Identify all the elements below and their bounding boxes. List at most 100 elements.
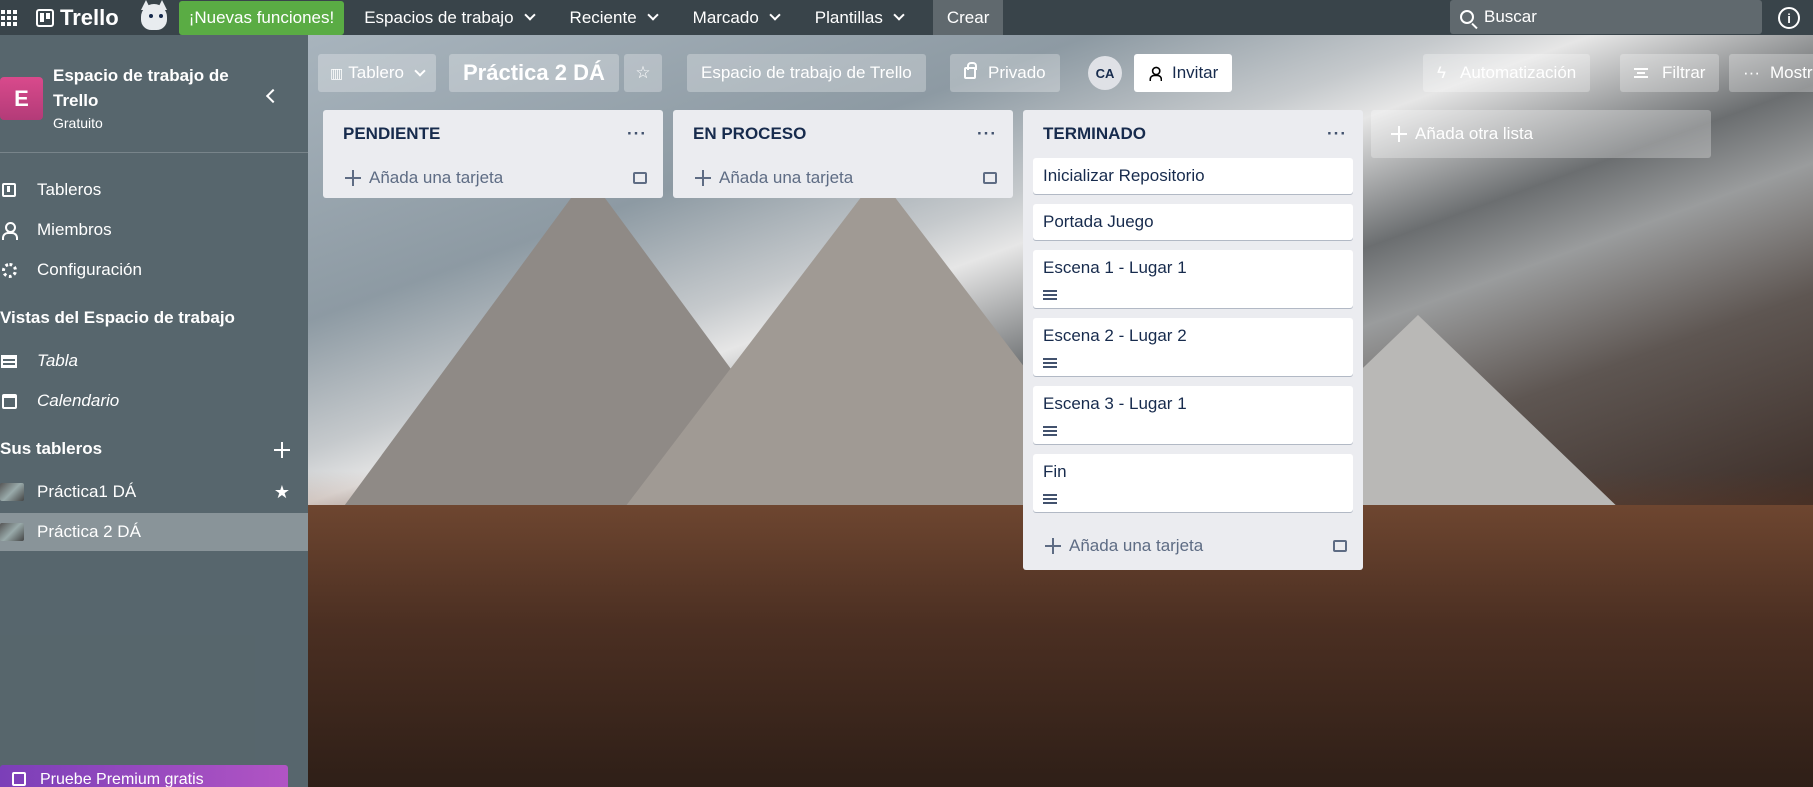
star-outline-icon: ☆ xyxy=(635,63,651,82)
list-menu-icon[interactable]: ··· xyxy=(977,124,997,144)
nav-starred-menu[interactable]: Marcado xyxy=(692,7,781,28)
taco-mascot-icon xyxy=(133,0,177,35)
list-title[interactable]: TERMINADO xyxy=(1043,124,1146,144)
sidebar-item-table-view[interactable]: Tabla xyxy=(0,342,308,380)
list-title[interactable]: EN PROCESO xyxy=(693,124,806,144)
nav-workspaces-label: Espacios de trabajo xyxy=(364,7,514,27)
card-title: Escena 1 - Lugar 1 xyxy=(1043,258,1187,277)
card[interactable]: Inicializar Repositorio xyxy=(1033,158,1353,194)
add-card-label: Añada una tarjeta xyxy=(1069,536,1204,555)
automation-button[interactable]: ϟ Automatización xyxy=(1423,54,1591,92)
add-board-icon[interactable] xyxy=(274,442,290,458)
premium-label: Pruebe Premium gratis xyxy=(40,771,204,787)
plus-icon xyxy=(695,170,711,186)
sidebar: E Espacio de trabajo de Trello Gratuito … xyxy=(0,35,308,787)
sidebar-board-label: Práctica1 DÁ xyxy=(37,482,137,501)
sidebar-board-practica2[interactable]: Práctica 2 DÁ xyxy=(0,513,308,551)
list-header[interactable]: PENDIENTE ··· xyxy=(323,110,663,158)
card[interactable]: Escena 1 - Lugar 1 xyxy=(1033,250,1353,308)
workspace-header: E Espacio de trabajo de Trello Gratuito xyxy=(0,35,308,153)
apps-grid-icon[interactable] xyxy=(0,9,18,27)
add-card-button[interactable]: Añada una tarjeta xyxy=(1023,522,1363,570)
description-icon xyxy=(1043,494,1057,504)
list-menu-icon[interactable]: ··· xyxy=(1327,124,1347,144)
add-list-label: Añada otra lista xyxy=(1415,124,1534,143)
star-board-button[interactable]: ☆ xyxy=(624,54,662,92)
automation-label: Automatización xyxy=(1460,63,1577,82)
add-person-icon xyxy=(1149,66,1163,82)
info-icon[interactable]: i xyxy=(1778,7,1800,29)
workspace-plan: Gratuito xyxy=(53,115,103,131)
nav-recent-menu[interactable]: Reciente xyxy=(570,8,659,28)
sidebar-item-label: Miembros xyxy=(37,220,112,239)
sidebar-item-label: Calendario xyxy=(37,391,120,410)
add-list-button[interactable]: Añada otra lista xyxy=(1371,110,1711,158)
sidebar-item-label: Configuración xyxy=(37,260,142,279)
filter-label: Filtrar xyxy=(1662,63,1706,82)
plus-icon xyxy=(1045,538,1061,554)
top-navigation: Trello ¡Nuevas funciones! Espacios de tr… xyxy=(0,0,1813,35)
invite-label: Invitar xyxy=(1172,63,1219,82)
sidebar-item-calendar-view[interactable]: Calendario xyxy=(0,382,308,420)
search-icon xyxy=(1460,10,1474,24)
nav-templates-label: Plantillas xyxy=(814,7,883,27)
board-icon xyxy=(2,183,16,197)
star-icon[interactable]: ★ xyxy=(274,482,290,503)
sidebar-board-label: Práctica 2 DÁ xyxy=(37,522,141,541)
sidebar-item-boards[interactable]: Tableros xyxy=(0,171,308,209)
card-template-icon[interactable] xyxy=(1333,540,1347,552)
sidebar-item-label: Tableros xyxy=(37,180,102,199)
logo-text: Trello xyxy=(60,4,119,30)
person-icon xyxy=(2,222,18,240)
card[interactable]: Escena 3 - Lugar 1 xyxy=(1033,386,1353,444)
card[interactable]: Escena 2 - Lugar 2 xyxy=(1033,318,1353,376)
show-menu-button[interactable]: ··· Mostr xyxy=(1729,54,1813,92)
filter-button[interactable]: Filtrar xyxy=(1620,54,1720,92)
calendar-icon xyxy=(1,393,17,409)
chevron-down-icon xyxy=(646,9,659,21)
workspace-name[interactable]: Espacio de trabajo de Trello xyxy=(53,63,243,113)
list-header[interactable]: TERMINADO ··· xyxy=(1023,110,1363,158)
collapse-sidebar-icon[interactable] xyxy=(265,88,281,104)
search-input[interactable]: Buscar xyxy=(1450,0,1762,34)
new-features-button[interactable]: ¡Nuevas funciones! xyxy=(178,0,345,35)
board-title[interactable]: Práctica 2 DÁ xyxy=(449,54,619,92)
board-view-switcher[interactable]: ▥ Tablero xyxy=(318,54,436,92)
card[interactable]: Fin xyxy=(1033,454,1353,512)
add-card-button[interactable]: Añada una tarjeta xyxy=(673,158,1013,198)
nav-templates-menu[interactable]: Plantillas xyxy=(814,7,905,28)
sidebar-item-label: Tabla xyxy=(37,351,78,370)
lightning-icon: ϟ xyxy=(1437,63,1446,82)
trello-logo[interactable]: Trello xyxy=(36,5,119,31)
create-button[interactable]: Crear xyxy=(932,0,1004,35)
member-avatar[interactable]: CA xyxy=(1088,56,1122,90)
trello-logo-icon xyxy=(36,8,54,27)
sidebar-item-settings[interactable]: Configuración xyxy=(0,251,308,289)
add-card-button[interactable]: Añada una tarjeta xyxy=(323,158,663,198)
chevron-down-icon xyxy=(769,9,781,21)
list-menu-icon[interactable]: ··· xyxy=(627,124,647,144)
list-title[interactable]: PENDIENTE xyxy=(343,124,440,144)
try-premium-button[interactable]: Pruebe Premium gratis xyxy=(0,765,288,787)
workspace-avatar[interactable]: E xyxy=(0,77,43,120)
more-dots-icon: ··· xyxy=(1743,63,1760,82)
card[interactable]: Portada Juego xyxy=(1033,204,1353,240)
table-icon xyxy=(1,354,17,368)
views-heading: Vistas del Espacio de trabajo xyxy=(0,308,235,327)
privacy-button[interactable]: Privado xyxy=(950,54,1060,92)
list-header[interactable]: EN PROCESO ··· xyxy=(673,110,1013,158)
invite-button[interactable]: Invitar xyxy=(1134,54,1233,92)
card-title: Escena 2 - Lugar 2 xyxy=(1043,326,1187,345)
card-template-icon[interactable] xyxy=(983,172,997,184)
nav-workspaces-menu[interactable]: Espacios de trabajo xyxy=(364,7,536,28)
chevron-down-icon xyxy=(414,64,426,77)
sidebar-board-practica1[interactable]: Práctica1 DÁ ★ xyxy=(0,473,308,511)
card-template-icon[interactable] xyxy=(633,172,647,184)
description-icon xyxy=(1043,290,1057,300)
list-en-proceso: EN PROCESO ··· Añada una tarjeta xyxy=(673,110,1013,198)
workspace-visibility-button[interactable]: Espacio de trabajo de Trello xyxy=(687,54,926,92)
description-icon xyxy=(1043,358,1057,368)
nav-starred-label: Marcado xyxy=(692,7,759,27)
sidebar-item-members[interactable]: Miembros xyxy=(0,211,308,249)
show-menu-label: Mostr xyxy=(1769,63,1813,82)
